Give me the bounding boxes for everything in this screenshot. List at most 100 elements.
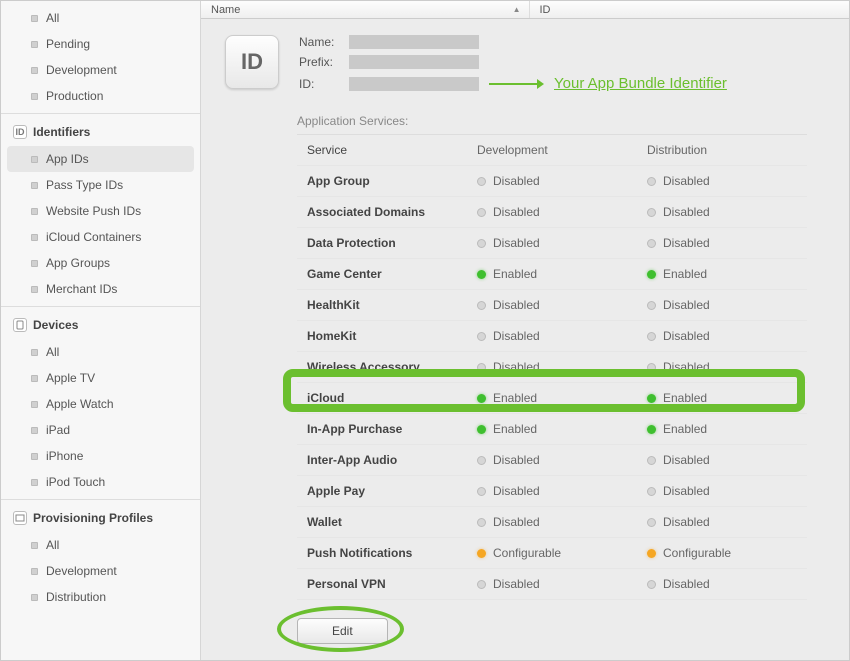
column-header-id[interactable]: ID [530,4,850,16]
main-panel: Name ▲ ID ID Name: Prefix: [201,1,849,660]
edit-button[interactable]: Edit [297,618,388,644]
bullet-icon [31,479,38,486]
status-dot-enabled [477,425,486,434]
status-label: Disabled [493,298,540,312]
status-label: Enabled [663,391,707,405]
distribution-status: Disabled [647,329,797,343]
bullet-icon [31,594,38,601]
sidebar: AllPendingDevelopmentProduction ID Ident… [1,1,201,660]
sidebar-item-merchant-ids[interactable]: Merchant IDs [1,276,200,302]
sidebar-item-label: All [46,345,59,359]
status-label: Disabled [663,453,710,467]
sidebar-item-all[interactable]: All [1,339,200,365]
service-row-associated-domains: Associated DomainsDisabledDisabled [297,197,807,228]
development-status: Disabled [477,577,647,591]
development-status: Disabled [477,205,647,219]
sidebar-item-label: Pending [46,37,90,51]
column-header-name[interactable]: Name ▲ [201,1,530,18]
sidebar-item-label: iPhone [46,449,83,463]
sidebar-item-app-groups[interactable]: App Groups [1,250,200,276]
status-label: Disabled [663,329,710,343]
status-dot-disabled [477,487,486,496]
status-dot-disabled [647,332,656,341]
bullet-icon [31,568,38,575]
sidebar-item-website-push-ids[interactable]: Website Push IDs [1,198,200,224]
sidebar-item-all[interactable]: All [1,532,200,558]
section-identifiers: ID Identifiers [1,118,200,146]
sidebar-item-pass-type-ids[interactable]: Pass Type IDs [1,172,200,198]
status-dot-disabled [477,580,486,589]
col-header-development: Development [477,143,647,157]
service-row-app-group: App GroupDisabledDisabled [297,166,807,197]
status-dot-configurable [647,549,656,558]
service-row-icloud: iCloudEnabledEnabled [297,383,807,414]
sort-caret-icon: ▲ [513,5,521,14]
sidebar-item-apple-watch[interactable]: Apple Watch [1,391,200,417]
id-label: ID: [299,77,349,91]
status-label: Disabled [663,236,710,250]
service-name: In-App Purchase [307,422,477,436]
sidebar-item-label: iPod Touch [46,475,105,489]
development-status: Configurable [477,546,647,560]
status-dot-disabled [647,239,656,248]
development-status: Disabled [477,298,647,312]
bullet-icon [31,542,38,549]
sidebar-item-label: iPad [46,423,70,437]
sidebar-item-label: App IDs [46,152,89,166]
status-dot-disabled [647,487,656,496]
sidebar-item-development[interactable]: Development [1,57,200,83]
status-dot-disabled [477,456,486,465]
service-name: App Group [307,174,477,188]
bullet-icon [31,93,38,100]
development-status: Enabled [477,391,647,405]
service-name: Wallet [307,515,477,529]
service-row-healthkit: HealthKitDisabledDisabled [297,290,807,321]
service-name: Inter-App Audio [307,453,477,467]
service-name: HomeKit [307,329,477,343]
service-name: Game Center [307,267,477,281]
devices-title: Devices [33,318,78,332]
bullet-icon [31,427,38,434]
service-name: Personal VPN [307,577,477,591]
id-value [349,77,479,91]
app-id-icon: ID [225,35,279,89]
section-devices: Devices [1,311,200,339]
prefix-value [349,55,479,69]
status-label: Disabled [663,577,710,591]
sidebar-item-distribution[interactable]: Distribution [1,584,200,610]
status-label: Configurable [493,546,561,560]
development-status: Disabled [477,360,647,374]
sidebar-item-label: All [46,11,59,25]
bullet-icon [31,234,38,241]
sidebar-item-all[interactable]: All [1,5,200,31]
bullet-icon [31,67,38,74]
status-label: Disabled [493,453,540,467]
sidebar-item-icloud-containers[interactable]: iCloud Containers [1,224,200,250]
status-label: Enabled [663,422,707,436]
status-label: Enabled [663,267,707,281]
sidebar-item-development[interactable]: Development [1,558,200,584]
status-dot-disabled [477,332,486,341]
sidebar-item-ipod-touch[interactable]: iPod Touch [1,469,200,495]
col-header-distribution: Distribution [647,143,797,157]
sidebar-item-ipad[interactable]: iPad [1,417,200,443]
service-row-wireless-accessory: Wireless AccessoryDisabledDisabled [297,352,807,383]
distribution-status: Disabled [647,577,797,591]
service-name: Apple Pay [307,484,477,498]
name-value [349,35,479,49]
distribution-status: Disabled [647,453,797,467]
service-name: Associated Domains [307,205,477,219]
status-label: Enabled [493,422,537,436]
sidebar-item-pending[interactable]: Pending [1,31,200,57]
bullet-icon [31,182,38,189]
status-label: Disabled [663,360,710,374]
sidebar-item-label: iCloud Containers [46,230,141,244]
name-label: Name: [299,35,349,49]
sidebar-item-production[interactable]: Production [1,83,200,109]
sidebar-item-apple-tv[interactable]: Apple TV [1,365,200,391]
development-status: Disabled [477,484,647,498]
sidebar-item-iphone[interactable]: iPhone [1,443,200,469]
bullet-icon [31,375,38,382]
sidebar-item-app-ids[interactable]: App IDs [7,146,194,172]
bullet-icon [31,453,38,460]
